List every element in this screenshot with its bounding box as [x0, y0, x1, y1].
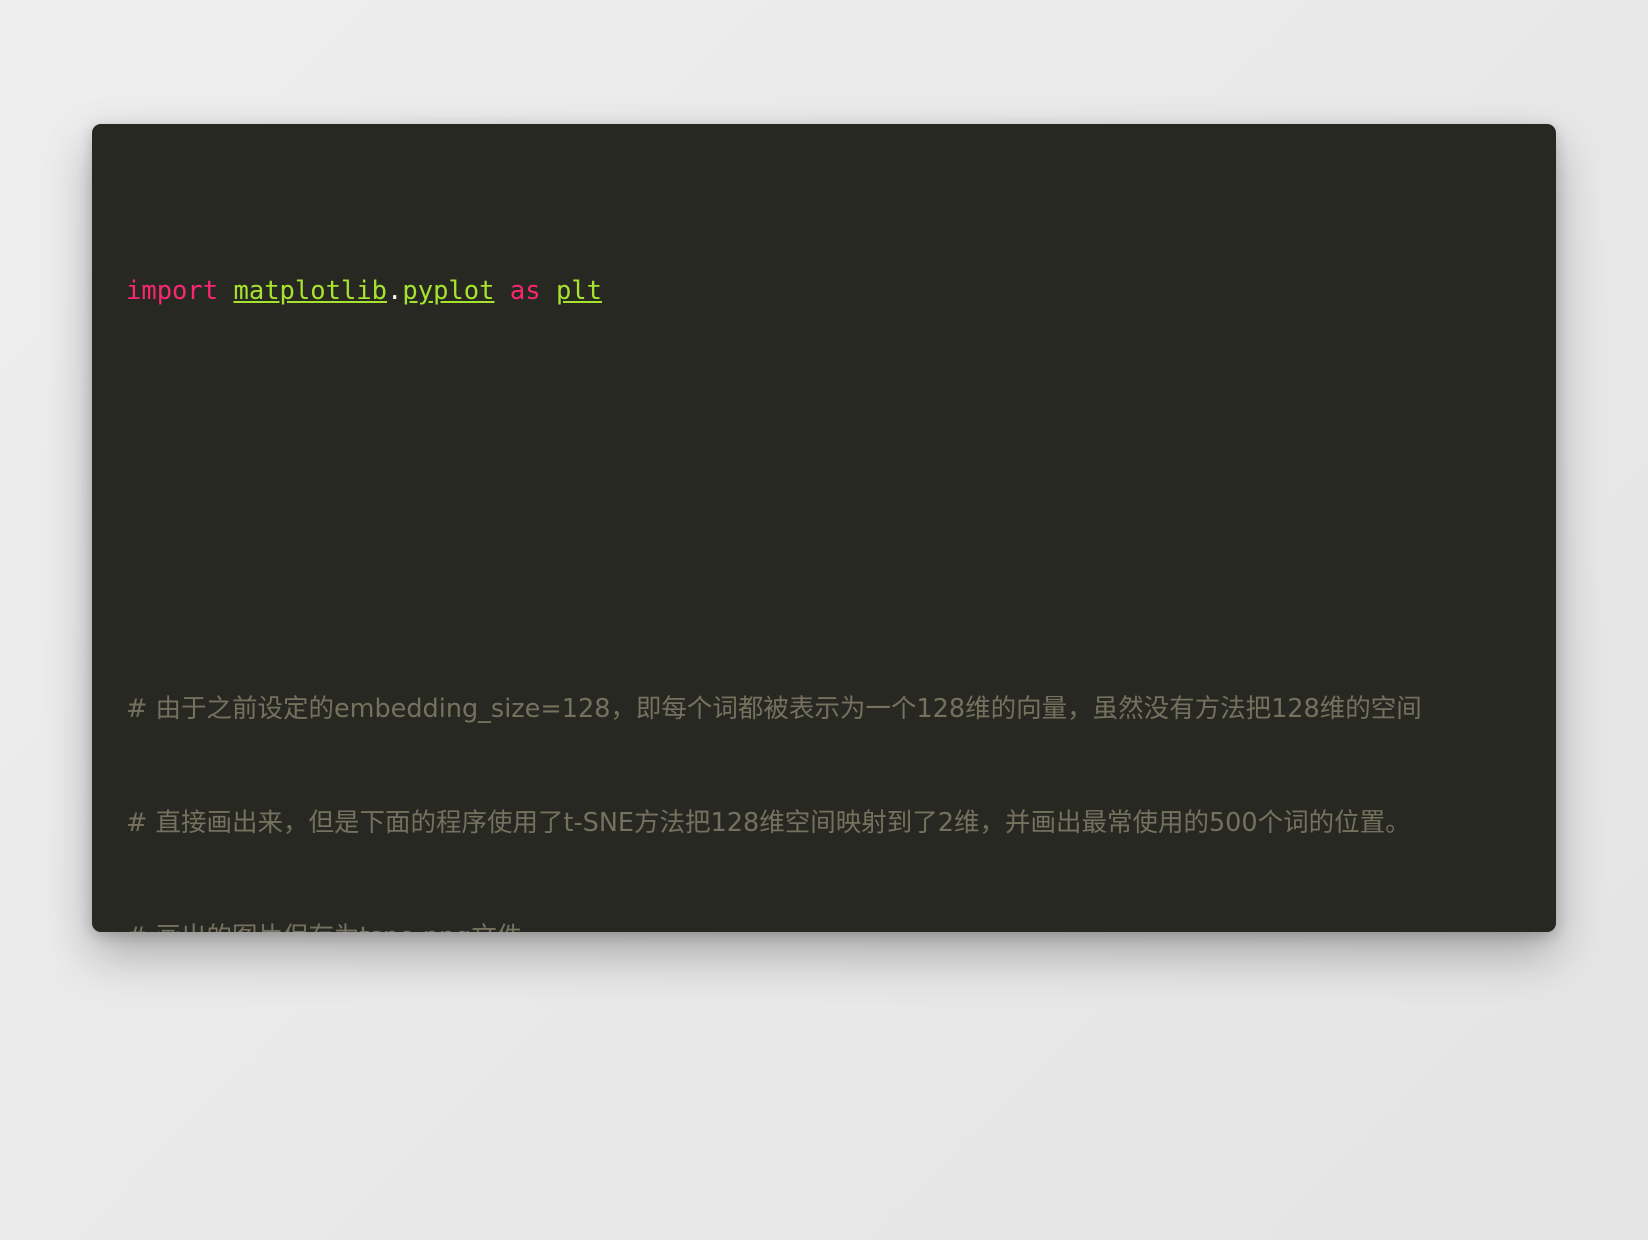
code-line-comment-2: # 直接画出来，但是下面的程序使用了t-SNE方法把128维空间映射到了2维，并…	[126, 808, 1411, 838]
code-snippet-card: import matplotlib.pyplot as plt # 由于之前设定…	[92, 124, 1556, 932]
code-line-comment-1: # 由于之前设定的embedding_size=128，即每个词都被表示为一个1…	[126, 694, 1422, 724]
screenshot-canvas: import matplotlib.pyplot as plt # 由于之前设定…	[0, 0, 1648, 1240]
code-line-import: import matplotlib.pyplot as plt	[126, 276, 602, 306]
code-line-comment-3: # 画出的图片保存为tsne.png文件	[126, 918, 1544, 932]
code-block[interactable]: import matplotlib.pyplot as plt # 由于之前设定…	[126, 158, 1544, 932]
